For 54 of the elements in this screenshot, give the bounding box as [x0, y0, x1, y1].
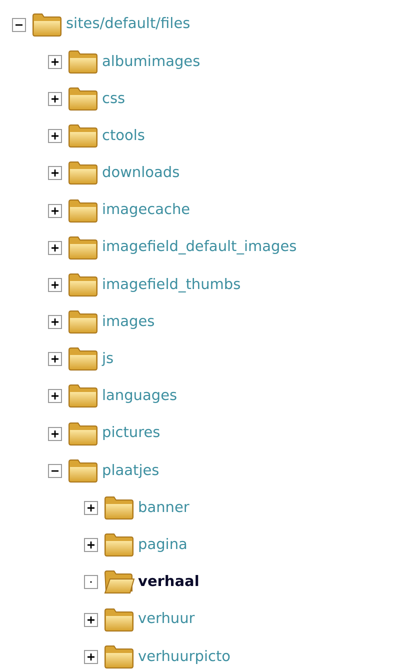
- folder-label[interactable]: verhuurpicto: [138, 650, 231, 664]
- folder-icon: [31, 12, 63, 38]
- expand-toggle[interactable]: [48, 166, 62, 180]
- folder-label[interactable]: imagefield_thumbs: [102, 278, 241, 292]
- folder-icon: [67, 123, 99, 150]
- folder-icon: [67, 160, 99, 186]
- folder-icon: [103, 532, 135, 558]
- folder-label[interactable]: pagina: [138, 538, 188, 552]
- folder-label[interactable]: verhaal: [138, 575, 200, 590]
- folder-icon: [67, 309, 99, 336]
- folder-icon: [67, 383, 99, 410]
- expand-toggle[interactable]: [84, 650, 98, 664]
- folder-icon: [67, 420, 99, 447]
- folder-icon: [67, 48, 99, 75]
- folder-label[interactable]: banner: [138, 500, 190, 516]
- collapse-toggle[interactable]: [48, 464, 62, 478]
- expand-toggle[interactable]: [48, 278, 62, 292]
- folder-icon: [67, 272, 99, 298]
- expand-toggle[interactable]: [48, 54, 62, 69]
- folder-label[interactable]: pictures: [102, 426, 160, 441]
- folder-icon: [103, 606, 135, 633]
- expand-toggle[interactable]: [48, 129, 62, 144]
- expand-toggle[interactable]: [48, 204, 62, 218]
- expand-toggle[interactable]: [48, 92, 62, 106]
- folder-icon: [67, 198, 99, 224]
- collapse-toggle[interactable]: [12, 18, 26, 32]
- folder-label[interactable]: imagefield_default_images: [102, 240, 297, 255]
- expand-toggle[interactable]: [48, 240, 62, 255]
- folder-label[interactable]: albumimages: [102, 54, 200, 70]
- folder-label[interactable]: imagecache: [102, 203, 190, 218]
- open-folder-icon: [103, 569, 135, 596]
- folder-label[interactable]: sites/default/files: [66, 17, 190, 32]
- folder-label[interactable]: js: [102, 352, 114, 367]
- expand-toggle[interactable]: [84, 538, 98, 552]
- folder-label[interactable]: downloads: [102, 166, 180, 181]
- folder-icon: [103, 644, 135, 670]
- folder-icon: [103, 495, 135, 522]
- expand-toggle[interactable]: [84, 612, 98, 627]
- folder-label[interactable]: css: [102, 92, 126, 106]
- folder-icon: [67, 234, 99, 261]
- folder-icon: [67, 86, 99, 112]
- folder-icon: [67, 346, 99, 372]
- expand-toggle[interactable]: [48, 352, 62, 366]
- folder-label[interactable]: verhuur: [138, 612, 195, 627]
- expand-toggle[interactable]: [48, 426, 62, 441]
- expand-toggle[interactable]: [48, 389, 62, 404]
- folder-label[interactable]: plaatjes: [102, 464, 160, 478]
- folder-label[interactable]: ctools: [102, 128, 145, 144]
- folder-label[interactable]: languages: [102, 389, 178, 404]
- folder-label[interactable]: images: [102, 314, 155, 330]
- expand-toggle[interactable]: [48, 315, 62, 330]
- empty-toggle[interactable]: [84, 575, 98, 590]
- expand-toggle[interactable]: [84, 501, 98, 516]
- folder-icon: [67, 458, 99, 484]
